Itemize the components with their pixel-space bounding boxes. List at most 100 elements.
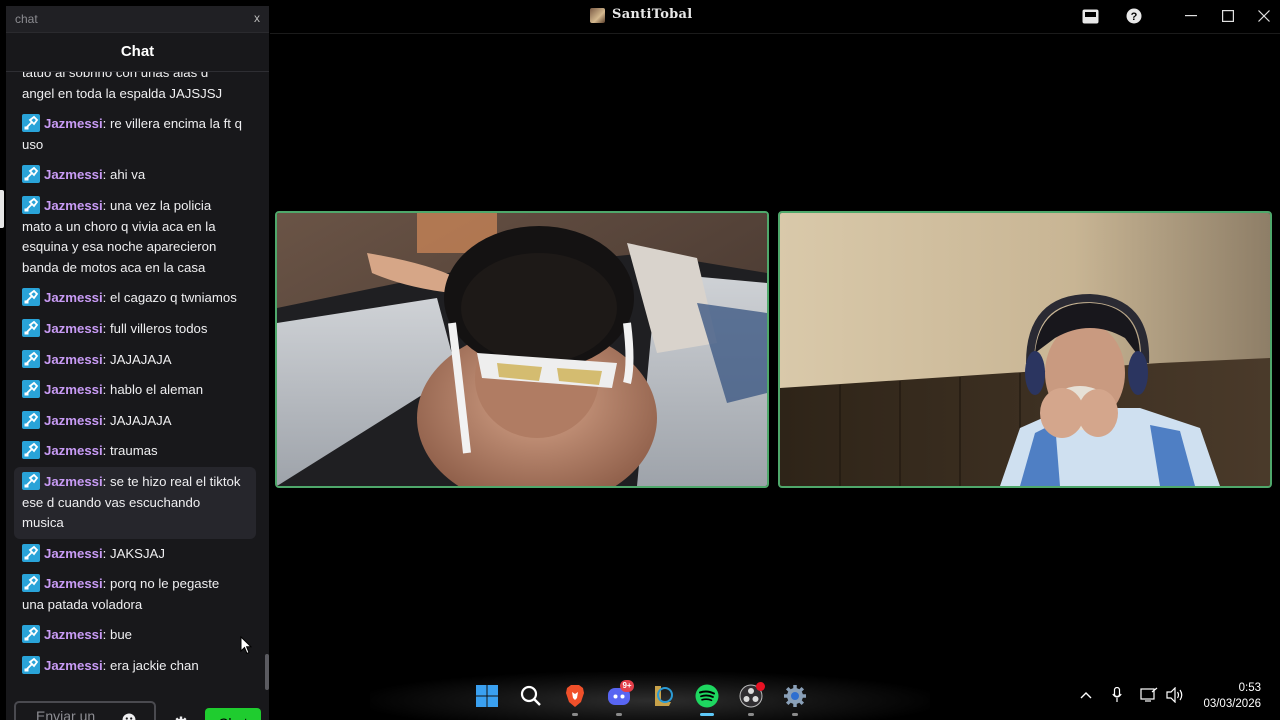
subscriber-badge-icon[interactable] [22, 288, 40, 307]
chat-username[interactable]: Jazmessi [44, 382, 103, 397]
video-tile-left[interactable] [275, 211, 769, 488]
chat-username[interactable]: Jazmessi [44, 290, 103, 305]
search-icon[interactable] [519, 684, 543, 708]
subscriber-badge-icon[interactable] [22, 114, 40, 133]
chat-username[interactable]: Jazmessi [44, 352, 103, 367]
sidebar-marker [0, 190, 4, 228]
window-title-bar: SantiTobal ? [270, 0, 1280, 34]
subscriber-badge-icon[interactable] [22, 349, 40, 368]
taskbar-background [370, 672, 930, 720]
chat-message-text: JAJAJAJA [109, 412, 172, 428]
chat-message[interactable]: Jazmessi: se te hizo real el tiktok ese … [14, 466, 256, 539]
microphone-icon[interactable] [1112, 687, 1122, 703]
webcam-feed-left [277, 213, 767, 486]
subscriber-badge-icon[interactable] [22, 574, 40, 593]
chat-message[interactable]: Jazmessi: traumas [6, 436, 256, 467]
chat-separator: : [102, 116, 110, 132]
chat-username[interactable]: Jazmessi [44, 576, 103, 591]
chat-message-text: JAJAJAJA [109, 351, 172, 367]
svg-text:?: ? [1131, 11, 1138, 23]
chat-message[interactable]: Jazmessi: el cagazo q twniamos [6, 283, 256, 314]
chat-separator: : [102, 167, 110, 183]
chat-username[interactable]: Jazmessi [44, 198, 103, 213]
window-close-icon[interactable] [1258, 10, 1270, 22]
close-icon[interactable]: x [251, 11, 263, 25]
chat-username[interactable]: Jazmessi [44, 116, 103, 131]
minimize-icon[interactable] [1185, 15, 1197, 17]
maximize-icon[interactable] [1222, 10, 1234, 22]
channel-avatar [590, 8, 605, 23]
clock-time[interactable]: 0:53 [1200, 682, 1261, 694]
chat-separator: : [102, 351, 110, 367]
chat-separator: : [102, 627, 110, 643]
chat-search-input[interactable] [6, 6, 236, 32]
chat-message-text: ahi va [109, 167, 146, 183]
chat-title: Chat [6, 33, 269, 72]
spotify-active-indicator [700, 713, 714, 716]
obs-running-indicator [748, 713, 754, 716]
chat-message[interactable]: tatuo al sobrino con unas alas d angel e… [6, 72, 256, 109]
chat-send-button[interactable]: Chat [205, 708, 261, 720]
chat-username[interactable]: Jazmessi [44, 167, 103, 182]
subscriber-badge-icon[interactable] [22, 380, 40, 399]
chat-message-text: tatuo al sobrino con unas alas d angel e… [22, 72, 223, 101]
settings-icon[interactable] [783, 684, 807, 708]
chat-message-text: era jackie chan [109, 658, 199, 674]
chat-separator: : [102, 412, 110, 428]
start-icon[interactable] [475, 684, 499, 708]
chat-username[interactable]: Jazmessi [44, 546, 103, 561]
chat-message[interactable]: Jazmessi: JAJAJAJA [6, 406, 256, 437]
inbox-icon[interactable] [1082, 9, 1099, 24]
chat-message[interactable]: Jazmessi: una vez la policia mato a un c… [6, 191, 256, 283]
chat-separator: : [102, 545, 110, 561]
subscriber-badge-icon[interactable] [22, 471, 40, 490]
chevron-up-icon[interactable] [1080, 691, 1092, 699]
help-icon[interactable]: ? [1126, 8, 1142, 24]
chat-messages[interactable]: tatuo al sobrino con unas alas d angel e… [6, 72, 269, 684]
brave-icon[interactable] [563, 684, 587, 708]
chat-message[interactable]: Jazmessi: re villera encima la ft q uso [6, 109, 256, 160]
message-list: tatuo al sobrino con unas alas d angel e… [6, 72, 264, 682]
chat-message-text: full villeros todos [109, 320, 208, 336]
emote-icon[interactable] [122, 713, 136, 720]
chat-search-bar: x [6, 6, 269, 33]
taskbar: 9+ 0:53 03/03/2026 [270, 672, 1280, 720]
chat-separator: : [102, 197, 110, 213]
chat-message[interactable]: Jazmessi: hablo el aleman [6, 375, 256, 406]
chat-message-text: hablo el aleman [109, 382, 204, 398]
recording-dot-icon [756, 682, 765, 691]
subscriber-badge-icon[interactable] [22, 441, 40, 460]
chat-username[interactable]: Jazmessi [44, 443, 103, 458]
subscriber-badge-icon[interactable] [22, 543, 40, 562]
chat-input-placeholder: Enviar un [36, 708, 96, 720]
chat-message[interactable]: Jazmessi: JAJAJAJA [6, 345, 256, 376]
chat-username[interactable]: Jazmessi [44, 658, 103, 673]
webcam-feed-right [780, 213, 1270, 486]
chat-message[interactable]: Jazmessi: era jackie chan [6, 651, 256, 682]
chat-username[interactable]: Jazmessi [44, 474, 103, 489]
gear-icon[interactable] [174, 716, 188, 720]
chat-username[interactable]: Jazmessi [44, 321, 103, 336]
league-icon[interactable] [651, 684, 675, 708]
settings-running-indicator [792, 713, 798, 716]
subscriber-badge-icon[interactable] [22, 625, 40, 644]
clock-date[interactable]: 03/03/2026 [1180, 698, 1261, 710]
subscriber-badge-icon[interactable] [22, 410, 40, 429]
discord-notification-badge: 9+ [620, 680, 634, 692]
chat-username[interactable]: Jazmessi [44, 627, 103, 642]
subscriber-badge-icon[interactable] [22, 656, 40, 675]
subscriber-badge-icon[interactable] [22, 165, 40, 184]
video-tile-right[interactable] [778, 211, 1272, 488]
subscriber-badge-icon[interactable] [22, 318, 40, 337]
chat-panel: x Chat tatuo al sobrino con unas alas d … [6, 6, 269, 720]
chat-username[interactable]: Jazmessi [44, 413, 103, 428]
subscriber-badge-icon[interactable] [22, 195, 40, 214]
chat-scrollbar[interactable] [265, 654, 269, 690]
spotify-icon[interactable] [695, 684, 719, 708]
chat-message[interactable]: Jazmessi: ahi va [6, 160, 256, 191]
network-icon[interactable] [1140, 687, 1158, 703]
chat-message[interactable]: Jazmessi: full villeros todos [6, 314, 256, 345]
chat-message[interactable]: Jazmessi: porq no le pegaste una patada … [6, 569, 256, 620]
chat-message[interactable]: Jazmessi: bue [6, 620, 256, 651]
chat-message[interactable]: Jazmessi: JAKSJAJ [6, 539, 256, 570]
